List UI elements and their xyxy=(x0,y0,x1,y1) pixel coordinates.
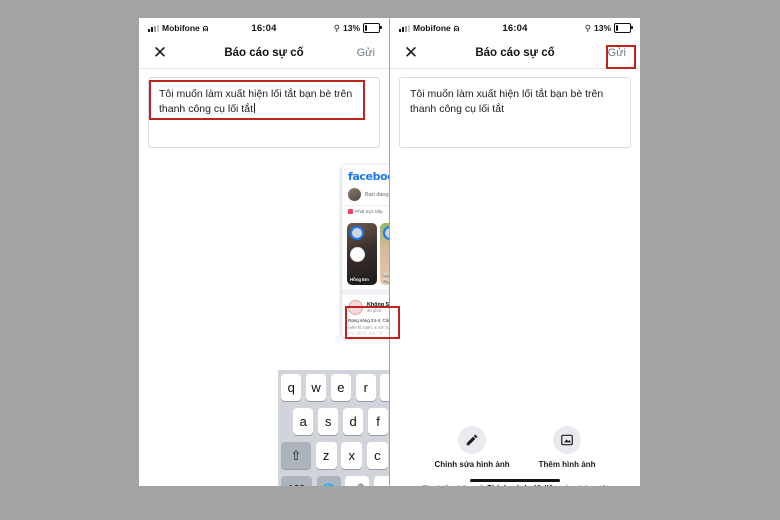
report-text-value: Tôi muốn làm xuất hiện lối tắt bạn bè tr… xyxy=(159,88,353,116)
avatar xyxy=(348,188,361,201)
fb-composer-actions: Phát trực tiếp Ảnh Check in xyxy=(342,205,389,219)
live-video-icon xyxy=(348,209,353,214)
fb-stories-tray: Hồng Em Thùy Dung Nguyen Trần Thị Thu Hà… xyxy=(342,219,389,289)
space-key[interactable]: dấu cách xyxy=(373,476,389,486)
image-action-row: Chỉnh sửa hình ảnh Thêm hình ảnh xyxy=(390,414,640,473)
keyboard-row-2: a s d f g h j k l xyxy=(278,408,389,435)
policy-note: Tìm hiểu thêm về Chính sách dữ liệu của … xyxy=(390,483,640,486)
status-bar-left-group: Mobifone ⍝ xyxy=(399,23,502,33)
status-bar-right-group: ⚲ 13% xyxy=(277,22,382,34)
key-s[interactable]: s xyxy=(317,408,339,435)
clock-label: 16:04 xyxy=(251,22,277,34)
keyboard-row-4: 123 🌐 🎤 dấu cách Nhập xyxy=(278,476,389,486)
keyboard-row-3: ⇧ z x c v b n m ⌫ xyxy=(278,442,389,469)
status-bar-left-group: Mobifone ⍝ xyxy=(148,23,251,33)
close-icon[interactable]: ✕ xyxy=(149,42,171,64)
carrier-label: Mobifone xyxy=(162,23,200,33)
post-author-avatar[interactable] xyxy=(348,300,363,315)
signal-bars-icon xyxy=(399,24,410,32)
wifi-icon: ⍝ xyxy=(202,22,209,33)
page-title: Báo cáo sự cố xyxy=(224,47,304,59)
keyboard-row-1: q w e r t y u i o p xyxy=(278,374,389,401)
close-icon[interactable]: ✕ xyxy=(400,42,422,64)
shift-up-icon[interactable]: ⇧ xyxy=(281,442,311,469)
globe-icon[interactable]: 🌐 xyxy=(316,476,341,486)
story-name: Hồng Em xyxy=(350,277,369,283)
policy-suffix: của chúng tôi xyxy=(558,484,608,486)
report-textarea-right[interactable]: Tôi muốn làm xuất hiện lối tắt bạn bè tr… xyxy=(399,77,631,148)
facebook-logo: facebook xyxy=(348,170,389,183)
add-image-label: Thêm hình ảnh xyxy=(538,460,596,469)
send-button[interactable]: Gửi xyxy=(353,45,379,61)
fb-header: facebook 🔍 ✉ xyxy=(342,165,389,183)
key-r[interactable]: r xyxy=(355,374,376,401)
location-arrow-icon: ⚲ xyxy=(333,22,340,33)
edit-image-button[interactable]: Chỉnh sửa hình ảnh xyxy=(434,426,510,469)
status-bar-left: Mobifone ⍝ 16:04 ⚲ 13% xyxy=(139,18,389,38)
report-textarea-left[interactable]: Tôi muốn làm xuất hiện lối tắt bạn bè tr… xyxy=(148,77,380,148)
report-text-value: Tôi muốn làm xuất hiện lối tắt bạn bè tr… xyxy=(410,88,604,116)
battery-percent-label: 13% xyxy=(342,23,360,33)
preview-fade-overlay xyxy=(342,319,389,337)
nav-bar-left: ✕ Báo cáo sự cố Gửi xyxy=(139,38,389,69)
ios-keyboard: q w e r t y u i o p a s d f g h j k l xyxy=(278,370,389,486)
wifi-icon: ⍝ xyxy=(453,22,460,33)
edit-image-label: Chỉnh sửa hình ảnh xyxy=(434,460,510,469)
battery-icon xyxy=(363,23,382,33)
key-x[interactable]: x xyxy=(341,442,363,469)
home-indicator xyxy=(470,479,560,482)
clock-label: 16:04 xyxy=(502,22,528,34)
carrier-label: Mobifone xyxy=(413,23,451,33)
fb-composer-row[interactable]: Bạn đang nghĩ gì? xyxy=(342,183,389,205)
key-w[interactable]: w xyxy=(305,374,327,401)
numeric-key[interactable]: 123 xyxy=(281,476,312,486)
signal-bars-icon xyxy=(148,24,159,32)
story-item[interactable]: Thùy Dung Nguyen xyxy=(380,223,389,285)
phone-screen-right: Mobifone ⍝ 16:04 ⚲ 13% ✕ Báo cáo sự cố G… xyxy=(390,18,640,486)
post-header: Không Sợ Chó 30 phút · ✦ ⋯ xyxy=(348,300,389,315)
pencil-icon xyxy=(458,426,487,454)
send-button[interactable]: Gửi xyxy=(604,45,630,61)
key-q[interactable]: q xyxy=(281,374,302,401)
key-t[interactable]: t xyxy=(380,374,389,401)
post-timestamp: 30 phút · xyxy=(367,308,384,314)
phone-screen-left: Mobifone ⍝ 16:04 ⚲ 13% ✕ Báo cáo sự cố G… xyxy=(139,18,389,486)
microphone-icon[interactable]: 🎤 xyxy=(345,476,369,486)
screenshot-preview-left[interactable]: facebook 🔍 ✉ Bạn đang nghĩ gì? Phát trực… xyxy=(342,165,389,337)
add-photo-icon xyxy=(553,426,582,454)
story-avatar-ring xyxy=(350,226,364,240)
page-title: Báo cáo sự cố xyxy=(475,47,555,59)
live-video-button[interactable]: Phát trực tiếp xyxy=(348,209,383,214)
key-e[interactable]: e xyxy=(330,374,352,401)
battery-icon xyxy=(614,23,633,33)
nav-bar-right: ✕ Báo cáo sự cố Gửi xyxy=(390,38,640,69)
key-z[interactable]: z xyxy=(315,442,337,469)
composer-placeholder: Bạn đang nghĩ gì? xyxy=(365,191,389,198)
story-name: Thùy Dung Nguyen xyxy=(383,272,389,283)
add-image-button[interactable]: Thêm hình ảnh xyxy=(538,426,596,469)
policy-link[interactable]: Chính sách dữ liệu xyxy=(486,484,558,486)
location-arrow-icon: ⚲ xyxy=(584,22,591,33)
key-c[interactable]: c xyxy=(366,442,388,469)
story-avatar-ring xyxy=(383,226,389,240)
story-item[interactable]: Hồng Em xyxy=(347,223,378,285)
policy-prefix: Tìm hiểu thêm về xyxy=(422,484,486,486)
status-bar-right: Mobifone ⍝ 16:04 ⚲ 13% xyxy=(390,18,640,38)
post-author-block: Không Sợ Chó 30 phút · xyxy=(367,302,389,313)
battery-percent-label: 13% xyxy=(593,23,611,33)
status-bar-right-group: ⚲ 13% xyxy=(528,22,633,34)
key-d[interactable]: d xyxy=(342,408,364,435)
key-a[interactable]: a xyxy=(293,408,314,435)
text-caret xyxy=(253,103,255,114)
key-f[interactable]: f xyxy=(367,408,389,435)
screenshot-stage: Mobifone ⍝ 16:04 ⚲ 13% ✕ Báo cáo sự cố G… xyxy=(0,0,780,520)
story-secondary-avatar xyxy=(350,247,365,262)
